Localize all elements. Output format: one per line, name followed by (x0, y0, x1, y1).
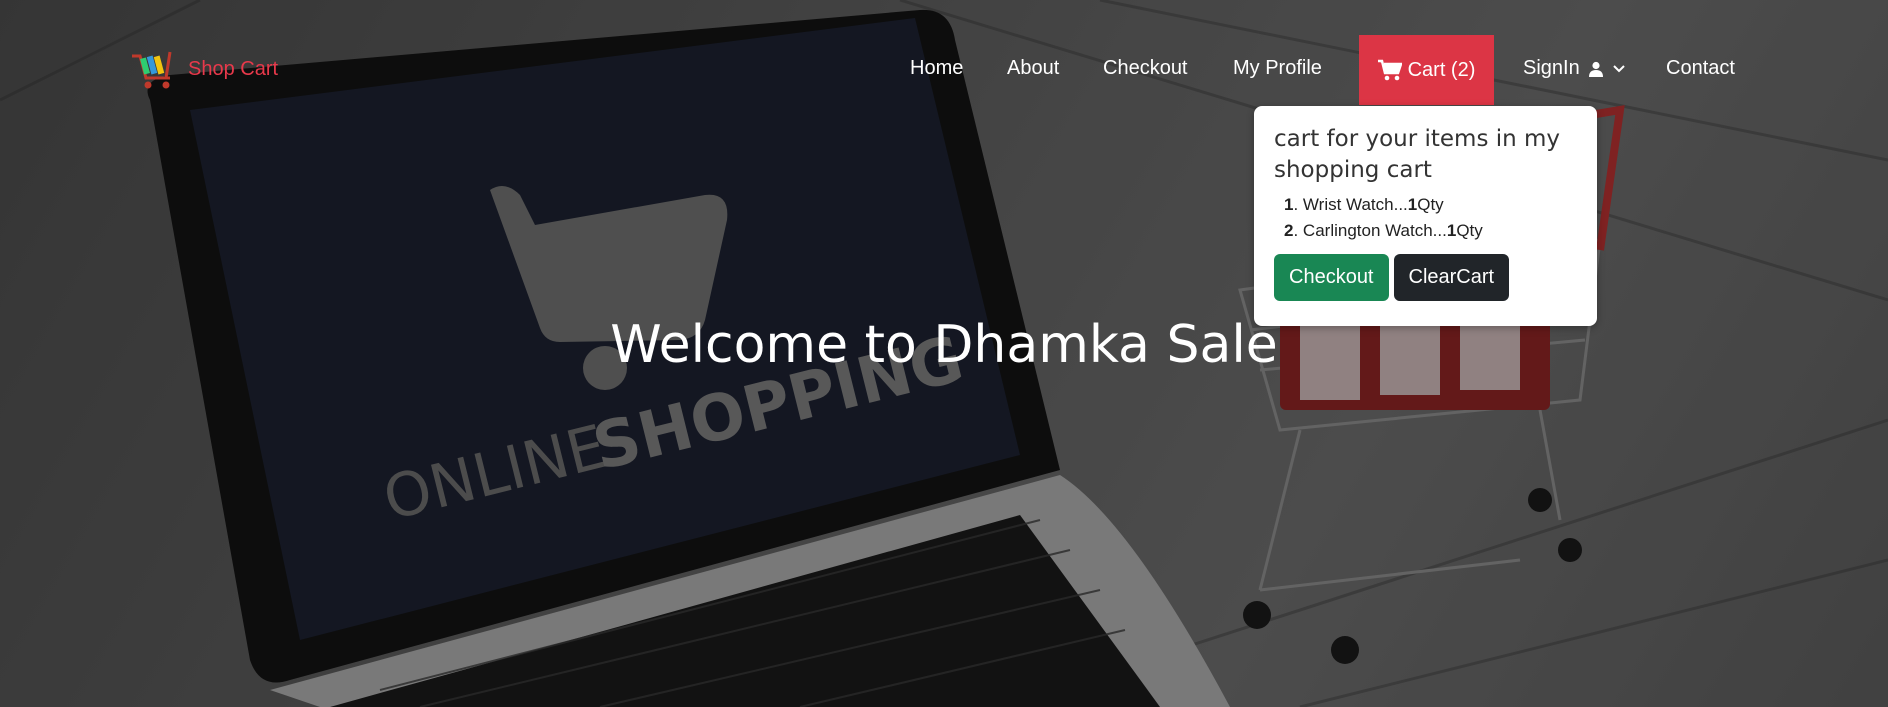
nav-signin-dropdown[interactable]: SignIn (1523, 57, 1626, 80)
nav-checkout[interactable]: Checkout (1103, 57, 1188, 80)
cart-item-qty: 1 (1446, 221, 1457, 240)
cart-item-qty-unit: Qty (1456, 221, 1483, 240)
checkout-button[interactable]: Checkout (1274, 254, 1389, 301)
cart-button-label: Cart (2) (1407, 58, 1476, 81)
user-icon (1588, 61, 1603, 77)
cart-item-qty-unit: Qty (1417, 195, 1444, 214)
nav-about[interactable]: About (1007, 57, 1059, 80)
cart-item-qty: 1 (1407, 195, 1418, 214)
nav-home[interactable]: Home (910, 57, 963, 80)
cart-item-list: 1. Wrist Watch...1Qty 2. Carlington Watc… (1274, 192, 1577, 244)
cart-item-name: Carlington Watch... (1302, 221, 1447, 240)
cart-item: 2. Carlington Watch...1Qty (1284, 221, 1483, 240)
cart-popover: cart for your items in my shopping cart … (1254, 106, 1597, 326)
shopping-cart-icon (1377, 59, 1402, 81)
cart-popover-title: cart for your items in my shopping cart (1274, 126, 1561, 183)
cart-button[interactable]: Cart (2) (1359, 35, 1494, 105)
cart-item-index: 2 (1284, 221, 1294, 240)
cart-item-name: Wrist Watch... (1302, 195, 1408, 214)
cart-item-index: 1 (1284, 195, 1294, 214)
signin-label: SignIn (1523, 57, 1580, 79)
hero-heading: Welcome to Dhamka Sale (610, 315, 1278, 375)
cart-item: 1. Wrist Watch...1Qty (1284, 195, 1444, 214)
navbar: Home About Checkout My Profile Cart (2) … (0, 35, 1888, 105)
clear-cart-button[interactable]: ClearCart (1393, 254, 1510, 301)
nav-contact[interactable]: Contact (1666, 57, 1735, 80)
nav-my-profile[interactable]: My Profile (1233, 57, 1322, 80)
cart-popover-actions: Checkout ClearCart (1274, 254, 1577, 301)
chevron-down-icon (1613, 64, 1625, 72)
